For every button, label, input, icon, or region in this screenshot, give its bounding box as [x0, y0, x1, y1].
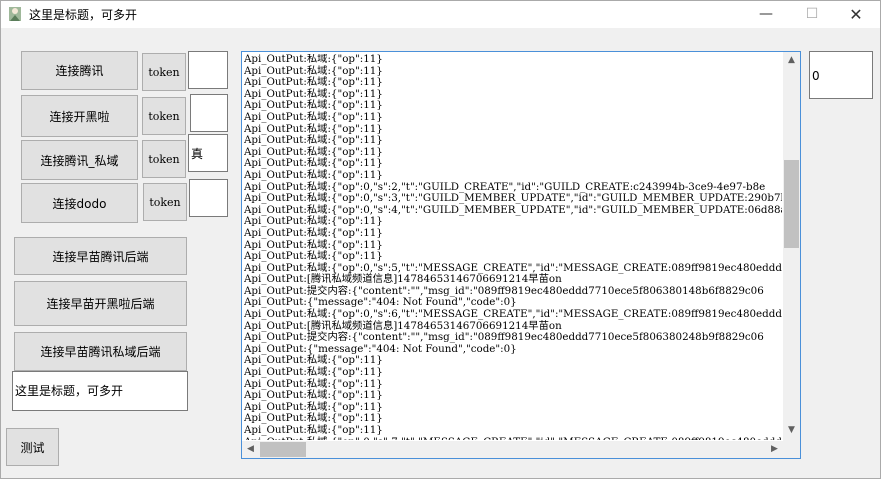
token-tencent-button[interactable]: token — [142, 53, 186, 91]
log-line: Api_OutPut:私域:{"op":0,"s":6,"t":"MESSAGE… — [244, 308, 782, 321]
test-button[interactable]: 测试 — [6, 428, 59, 466]
log-line: Api_OutPut:私域:{"op":11} — [244, 366, 383, 379]
token-kaiheila-button[interactable]: token — [142, 97, 186, 135]
log-lines: Api_OutPut:私域:{"op":11} Api_OutPut:私域:{"o… — [244, 54, 782, 440]
connect-zaomiao-tencent-backend-button[interactable]: 连接早苗腾讯后端 — [14, 237, 187, 275]
token-kaiheila-field[interactable] — [190, 94, 228, 132]
connect-kaiheila-button[interactable]: 连接开黑啦 — [21, 95, 138, 137]
log-line: Api_OutPut:私域:{"op":11} — [244, 424, 383, 436]
minimize-button[interactable]: — — [743, 1, 789, 28]
log-line: Api_OutPut:私域:{"op":11} — [244, 250, 383, 263]
close-button[interactable]: ✕ — [833, 1, 879, 28]
token-tencent-private-button[interactable]: token — [142, 140, 186, 178]
horizontal-scroll-thumb[interactable] — [260, 442, 306, 457]
horizontal-scrollbar[interactable]: ◀ ▶ — [242, 441, 783, 458]
token-dodo-field[interactable] — [189, 179, 228, 217]
token-dodo-button[interactable]: token — [143, 183, 187, 221]
vertical-scroll-thumb[interactable] — [784, 160, 799, 248]
vertical-scrollbar[interactable]: ▲ ▼ — [783, 52, 800, 441]
window-title: 这里是标题，可多开 — [29, 8, 138, 22]
maximize-button[interactable]: ☐ — [789, 1, 835, 28]
chevron-up-icon[interactable]: ▲ — [783, 55, 800, 65]
chevron-right-icon[interactable]: ▶ — [766, 444, 783, 454]
log-line: Api_OutPut:私域:{"op":11} — [244, 54, 383, 65]
main-window: 这里是标题，可多开 — ☐ ✕ 连接腾讯 token 连接开黑啦 token 连… — [0, 0, 881, 479]
log-line: Api_OutPut:私域:{"op":11} — [244, 226, 383, 239]
chevron-down-icon[interactable]: ▼ — [783, 425, 800, 435]
connect-dodo-button[interactable]: 连接dodo — [21, 183, 138, 223]
chevron-left-icon[interactable]: ◀ — [242, 444, 259, 454]
token-tencent-private-field[interactable]: 真 — [188, 134, 228, 172]
log-line: Api_OutPut:私域:{"op":0,"s":7,"t":"MESSAGE… — [244, 436, 782, 440]
log-line: Api_OutPut:私域:{"op":11} — [244, 168, 383, 181]
connect-zaomiao-tencent-private-backend-button[interactable]: 连接早苗腾讯私域后端 — [14, 332, 187, 371]
log-output[interactable]: Api_OutPut:私域:{"op":11} Api_OutPut:私域:{"o… — [241, 51, 801, 459]
counter-field[interactable]: 0 — [809, 51, 873, 99]
log-line: Api_OutPut:私域:{"op":0,"s":3,"t":"GUILD_M… — [244, 192, 782, 205]
connect-zaomiao-kaiheila-backend-button[interactable]: 连接早苗开黑啦后端 — [14, 281, 187, 326]
connect-tencent-private-button[interactable]: 连接腾讯_私域 — [21, 140, 138, 180]
log-line: Api_OutPut:私域:{"op":11} — [244, 110, 383, 123]
title-input[interactable]: 这里是标题，可多开 — [12, 371, 188, 411]
log-line: Api_OutPut:私域:{"op":11} — [244, 134, 383, 147]
scroll-corner — [783, 441, 800, 458]
connect-tencent-button[interactable]: 连接腾讯 — [21, 51, 138, 90]
token-tencent-field[interactable] — [188, 51, 228, 89]
app-icon — [9, 7, 21, 21]
title-bar[interactable]: 这里是标题，可多开 — ☐ ✕ — [1, 1, 880, 28]
